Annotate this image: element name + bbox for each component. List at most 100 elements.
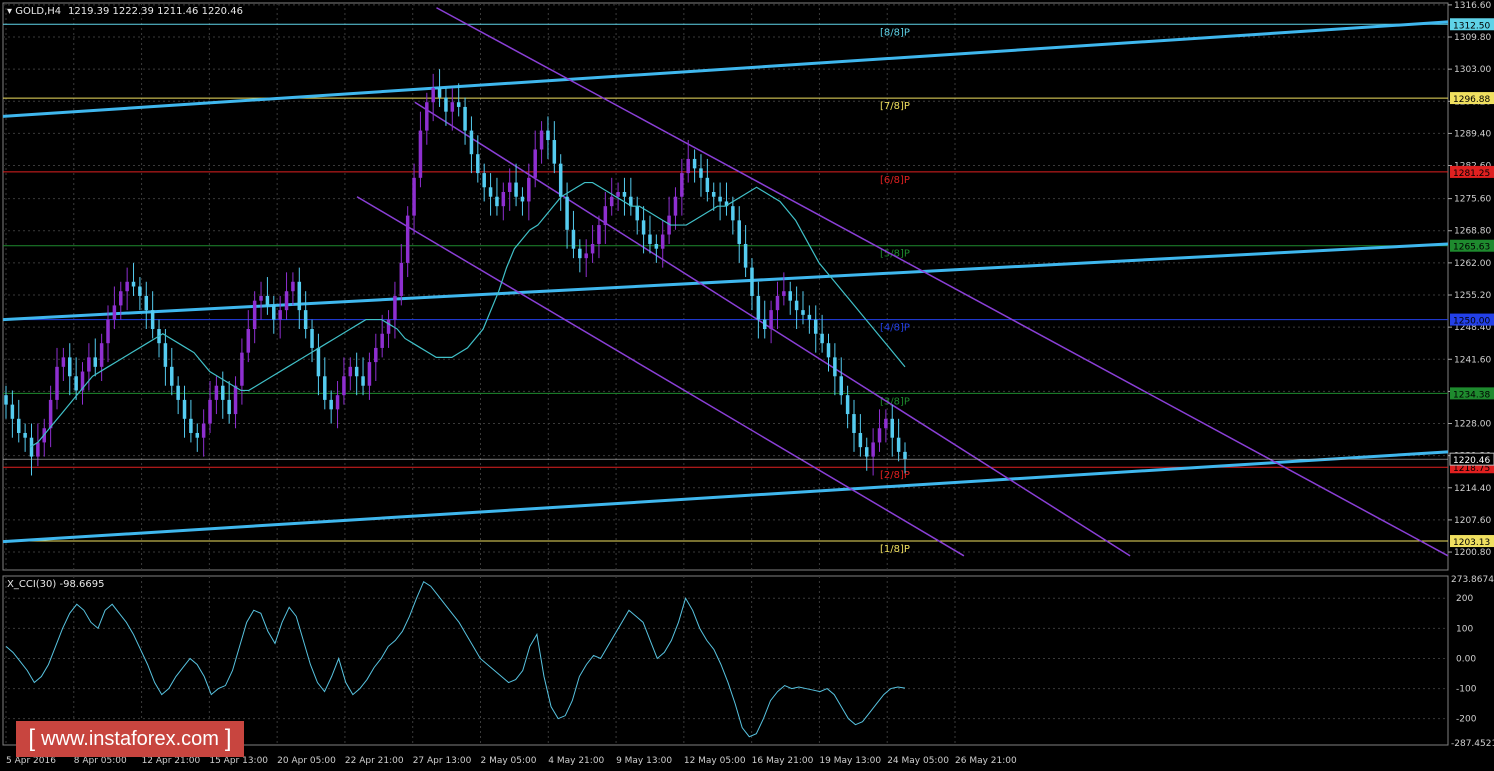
candle-body bbox=[412, 177, 416, 216]
murrey-price-text: 1296.88 bbox=[1453, 95, 1490, 105]
candle-body bbox=[450, 102, 455, 112]
candle-body bbox=[635, 206, 639, 221]
price-tick-label: 1316.60 bbox=[1454, 1, 1491, 11]
time-axis-label: 9 May 13:00 bbox=[616, 756, 672, 766]
candle-body bbox=[782, 291, 786, 296]
candle-body bbox=[399, 262, 404, 296]
price-tick-label: 1255.20 bbox=[1454, 291, 1491, 301]
price-pane-frame bbox=[2, 2, 1449, 571]
time-axis-label: 20 Apr 05:00 bbox=[277, 756, 336, 766]
candle-body bbox=[240, 352, 244, 386]
candle-body bbox=[877, 428, 882, 443]
candle-body bbox=[769, 310, 773, 330]
trend-line bbox=[2, 450, 1449, 544]
candle-body bbox=[584, 253, 588, 259]
candle-body bbox=[99, 343, 104, 367]
candle-body bbox=[692, 158, 697, 169]
candle-body bbox=[68, 357, 72, 377]
candle-body bbox=[463, 106, 467, 131]
watermark-left-bracket: [ bbox=[28, 725, 36, 752]
candle-body bbox=[622, 192, 627, 197]
candle-body bbox=[374, 347, 378, 363]
candle-body bbox=[170, 366, 174, 386]
indicator-label: X_CCI(30) -98.6695 bbox=[7, 579, 104, 590]
candle-body bbox=[654, 243, 659, 249]
murrey-price-text: 1312.50 bbox=[1453, 21, 1490, 31]
indicator-min-label: -287.4521 bbox=[1451, 739, 1494, 749]
murrey-price-text: 1234.38 bbox=[1453, 390, 1490, 400]
symbol-label: ▾ GOLD,H4 bbox=[7, 6, 61, 17]
candle-body bbox=[743, 243, 748, 268]
candle-body bbox=[826, 343, 831, 358]
candle-body bbox=[272, 305, 276, 320]
candle-body bbox=[163, 343, 168, 367]
candle-body bbox=[125, 281, 129, 292]
candle-body bbox=[431, 88, 435, 103]
time-axis-label: 19 May 13:00 bbox=[819, 756, 881, 766]
time-axis-label: 15 Apr 13:00 bbox=[209, 756, 268, 766]
candle-body bbox=[4, 395, 8, 405]
candle-body bbox=[864, 447, 869, 457]
instaforex-watermark[interactable]: [ www.instaforex.com ] bbox=[16, 721, 244, 757]
candle-body bbox=[259, 295, 263, 301]
candle-body bbox=[520, 196, 525, 202]
candle-body bbox=[476, 154, 480, 174]
candle-body bbox=[558, 163, 563, 197]
candle-body bbox=[106, 319, 110, 344]
candle-body bbox=[762, 319, 767, 330]
candle-body bbox=[48, 399, 53, 429]
candle-body bbox=[488, 187, 493, 197]
candle-body bbox=[731, 206, 735, 221]
candle-body bbox=[335, 395, 340, 410]
indicator-tick-label: 100 bbox=[1456, 624, 1473, 634]
candle-body bbox=[756, 295, 761, 320]
murrey-price-text: 1265.63 bbox=[1453, 243, 1490, 253]
candle-body bbox=[501, 192, 506, 207]
candle-body bbox=[297, 281, 302, 311]
price-tick-label: 1207.60 bbox=[1454, 516, 1491, 526]
candle-body bbox=[252, 300, 257, 330]
candle-body bbox=[74, 376, 78, 391]
time-axis-label: 4 May 21:00 bbox=[548, 756, 604, 766]
price-tick-label: 1309.80 bbox=[1454, 33, 1491, 43]
candle-body bbox=[775, 295, 780, 311]
candle-body bbox=[718, 196, 722, 202]
candle-body bbox=[456, 102, 461, 107]
murrey-level-label: [1/8]P bbox=[880, 544, 910, 555]
candle-body bbox=[144, 295, 149, 311]
candle-body bbox=[342, 376, 346, 396]
candle-body bbox=[425, 102, 429, 131]
candle-body bbox=[533, 149, 537, 178]
candle-body bbox=[890, 418, 895, 438]
ohlc-readout: 1219.39 1222.39 1211.46 1220.46 bbox=[68, 6, 243, 17]
candle-body bbox=[278, 310, 282, 320]
candle-body bbox=[871, 442, 875, 457]
candle-body bbox=[265, 295, 270, 306]
price-tick-label: 1228.00 bbox=[1454, 420, 1491, 430]
candle-body bbox=[361, 376, 365, 386]
candle-body bbox=[813, 319, 818, 334]
time-axis-label: 16 May 21:00 bbox=[752, 756, 814, 766]
time-axis-label: 2 May 05:00 bbox=[481, 756, 537, 766]
regression-channel-upper bbox=[436, 7, 1449, 557]
murrey-level-label: [4/8]P bbox=[880, 323, 910, 334]
candle-body bbox=[845, 395, 850, 415]
candle-body bbox=[711, 192, 716, 197]
candle-body bbox=[354, 366, 359, 377]
candle-body bbox=[699, 168, 703, 178]
trend-line bbox=[2, 242, 1449, 322]
candle-body bbox=[597, 225, 601, 244]
candle-body bbox=[750, 267, 754, 296]
candle-body bbox=[896, 437, 901, 452]
candle-body bbox=[437, 88, 442, 98]
candle-body bbox=[176, 385, 180, 400]
candle-body bbox=[839, 376, 843, 396]
candle-body bbox=[16, 418, 21, 433]
candle-body bbox=[903, 451, 907, 460]
candle-body bbox=[87, 357, 91, 372]
indicator-max-label: 273.8674 bbox=[1451, 575, 1494, 585]
indicator-tick-label: 0.00 bbox=[1456, 654, 1476, 664]
candle-body bbox=[578, 248, 582, 259]
murrey-level-label: [6/8]P bbox=[880, 175, 910, 186]
candle-body bbox=[482, 173, 486, 188]
